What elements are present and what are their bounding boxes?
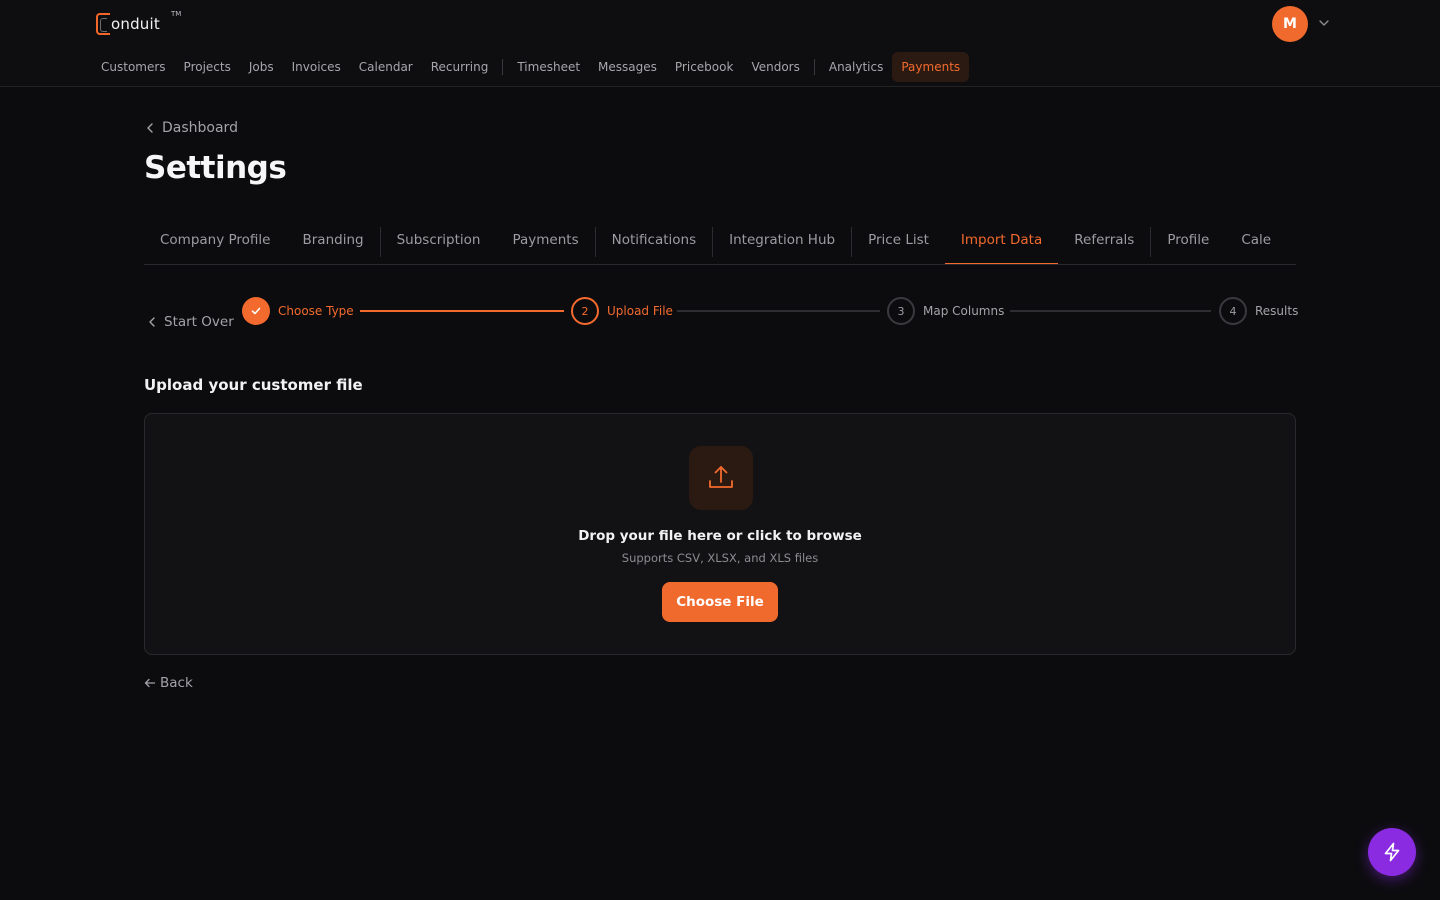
step-label: Upload File <box>607 304 673 318</box>
logo-mark-icon <box>96 13 110 35</box>
step-upload-file: 2 Upload File <box>571 297 673 325</box>
nav-item-analytics[interactable]: Analytics <box>820 52 893 82</box>
back-button[interactable]: Back <box>144 675 193 691</box>
tab-notifications[interactable]: Notifications <box>596 222 713 264</box>
back-label: Back <box>160 675 193 691</box>
step-connector-done <box>360 310 564 312</box>
start-over-label: Start Over <box>164 314 234 330</box>
check-icon <box>242 297 270 325</box>
tab-import-data[interactable]: Import Data <box>944 222 1059 264</box>
lightning-icon <box>1384 842 1400 862</box>
step-choose-type: Choose Type <box>242 297 354 325</box>
settings-tabs: Company Profile Branding Subscription Pa… <box>144 222 1296 265</box>
main-nav: Customers Projects Jobs Invoices Calenda… <box>92 52 970 82</box>
nav-item-timesheet[interactable]: Timesheet <box>508 52 589 82</box>
step-label: Results <box>1255 304 1299 318</box>
tab-payments[interactable]: Payments <box>496 222 594 264</box>
nav-item-invoices[interactable]: Invoices <box>283 52 350 82</box>
dropzone-subtitle: Supports CSV, XLSX, and XLS files <box>621 551 819 565</box>
step-label: Choose Type <box>278 304 354 318</box>
tab-calendar[interactable]: Cale <box>1225 222 1287 264</box>
nav-item-jobs[interactable]: Jobs <box>240 52 283 82</box>
chevron-down-icon[interactable] <box>1317 16 1331 30</box>
chevron-left-icon <box>147 123 153 133</box>
tab-price-list[interactable]: Price List <box>852 222 945 264</box>
step-number: 4 <box>1219 297 1247 325</box>
section-title: Upload your customer file <box>144 376 363 394</box>
brand-name: onduit <box>111 15 160 33</box>
nav-item-messages[interactable]: Messages <box>589 52 666 82</box>
assistant-fab[interactable] <box>1368 828 1416 876</box>
nav-item-pricebook[interactable]: Pricebook <box>666 52 743 82</box>
step-label: Map Columns <box>923 304 1005 318</box>
tab-referrals[interactable]: Referrals <box>1058 222 1150 264</box>
nav-item-calendar[interactable]: Calendar <box>350 52 422 82</box>
arrow-left-icon <box>144 678 156 688</box>
step-map-columns: 3 Map Columns <box>887 297 1004 325</box>
breadcrumb-label: Dashboard <box>162 120 238 136</box>
tab-profile[interactable]: Profile <box>1151 222 1225 264</box>
brand-logo[interactable]: onduit TM <box>96 10 181 35</box>
nav-item-payments[interactable]: Payments <box>892 52 970 82</box>
page-title: Settings <box>144 150 287 186</box>
upload-icon <box>689 446 753 510</box>
nav-item-customers[interactable]: Customers <box>92 52 175 82</box>
tab-integration-hub[interactable]: Integration Hub <box>713 222 851 264</box>
choose-file-button[interactable]: Choose File <box>662 582 778 622</box>
top-bar: onduit TM Customers Projects Jobs Invoic… <box>0 0 1440 87</box>
tab-branding[interactable]: Branding <box>287 222 380 264</box>
nav-item-vendors[interactable]: Vendors <box>742 52 808 82</box>
nav-divider <box>502 59 504 75</box>
chevron-left-icon <box>149 317 155 327</box>
step-results: 4 Results <box>1219 297 1298 325</box>
step-connector <box>677 310 880 312</box>
nav-divider <box>813 59 815 75</box>
tab-company-profile[interactable]: Company Profile <box>144 222 287 264</box>
nav-item-projects[interactable]: Projects <box>175 52 240 82</box>
file-dropzone[interactable]: Drop your file here or click to browse S… <box>144 413 1296 655</box>
user-avatar[interactable]: M <box>1272 6 1308 42</box>
trademark: TM <box>171 10 182 18</box>
breadcrumb-dashboard[interactable]: Dashboard <box>144 120 238 136</box>
nav-item-recurring[interactable]: Recurring <box>422 52 498 82</box>
dropzone-title: Drop your file here or click to browse <box>578 528 862 544</box>
start-over-button[interactable]: Start Over <box>146 314 234 330</box>
tab-subscription[interactable]: Subscription <box>381 222 497 264</box>
step-number: 2 <box>571 297 599 325</box>
step-connector <box>1010 310 1211 312</box>
step-number: 3 <box>887 297 915 325</box>
